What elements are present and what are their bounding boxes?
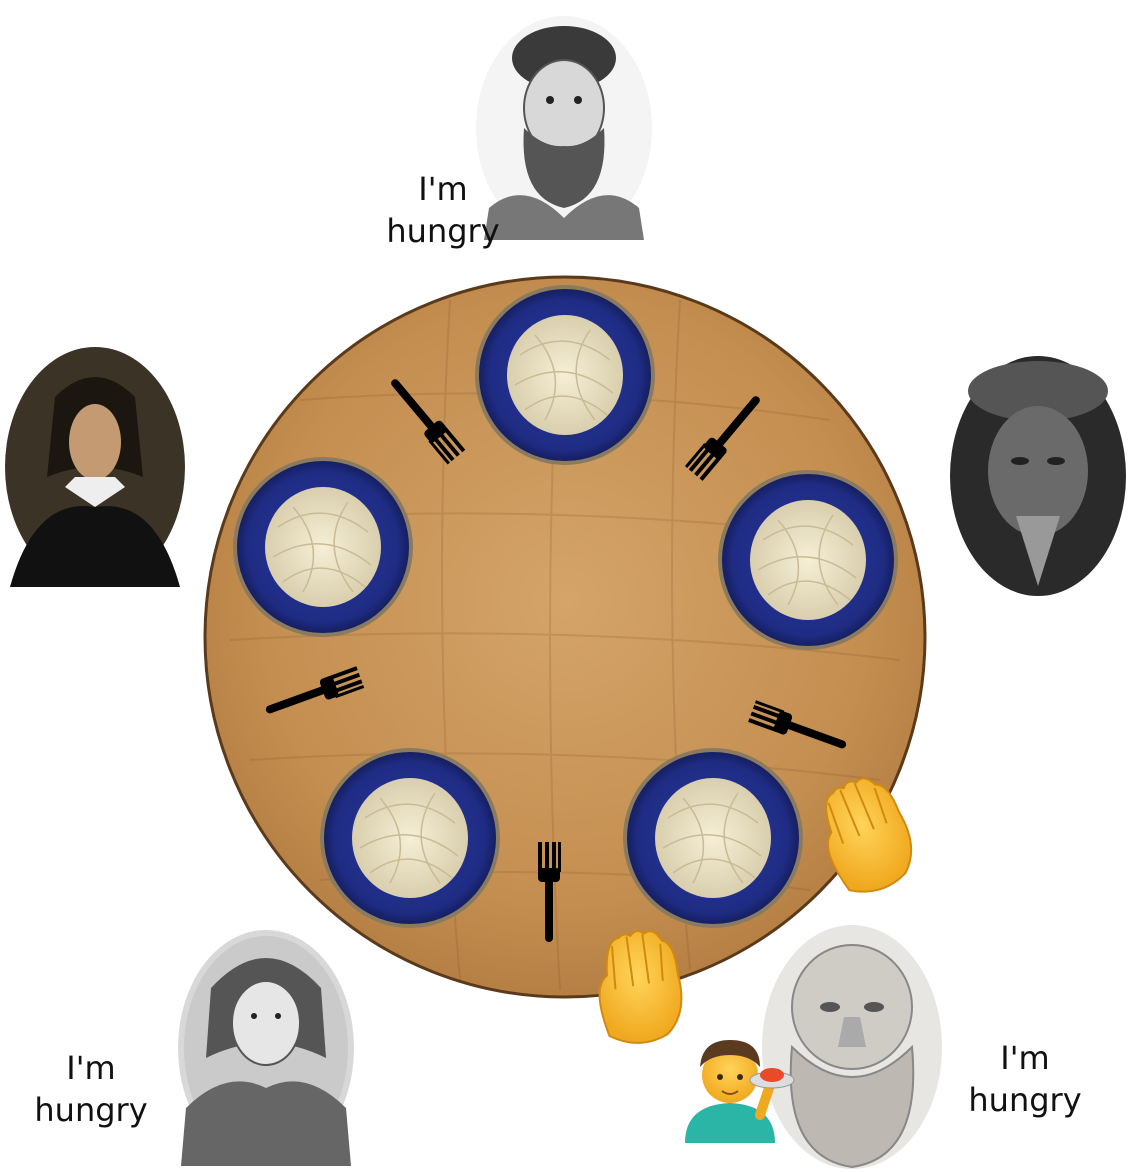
status-line: I'm xyxy=(418,170,468,208)
plate-bottom-left xyxy=(320,748,500,928)
voltaire-status-label: I'm hungry xyxy=(6,1047,176,1131)
voltaire-portrait xyxy=(178,930,354,1166)
status-line: I'm xyxy=(66,1049,116,1087)
plate-right xyxy=(718,470,898,650)
socrates-status-label: I'm hungry xyxy=(940,1037,1110,1121)
status-line: hungry xyxy=(386,212,500,250)
socrates-portrait xyxy=(762,925,942,1169)
confucius-portrait xyxy=(950,356,1126,596)
status-line: I'm xyxy=(1000,1039,1050,1077)
descartes-portrait xyxy=(5,347,185,587)
plate-bottom-right xyxy=(623,748,803,928)
plato-status-label: I'm hungry xyxy=(358,168,528,252)
plate-top xyxy=(475,285,655,465)
status-line: hungry xyxy=(968,1081,1082,1119)
status-line: hungry xyxy=(34,1091,148,1129)
plate-left xyxy=(233,457,413,637)
dining-philosophers-diagram xyxy=(5,16,1126,1169)
